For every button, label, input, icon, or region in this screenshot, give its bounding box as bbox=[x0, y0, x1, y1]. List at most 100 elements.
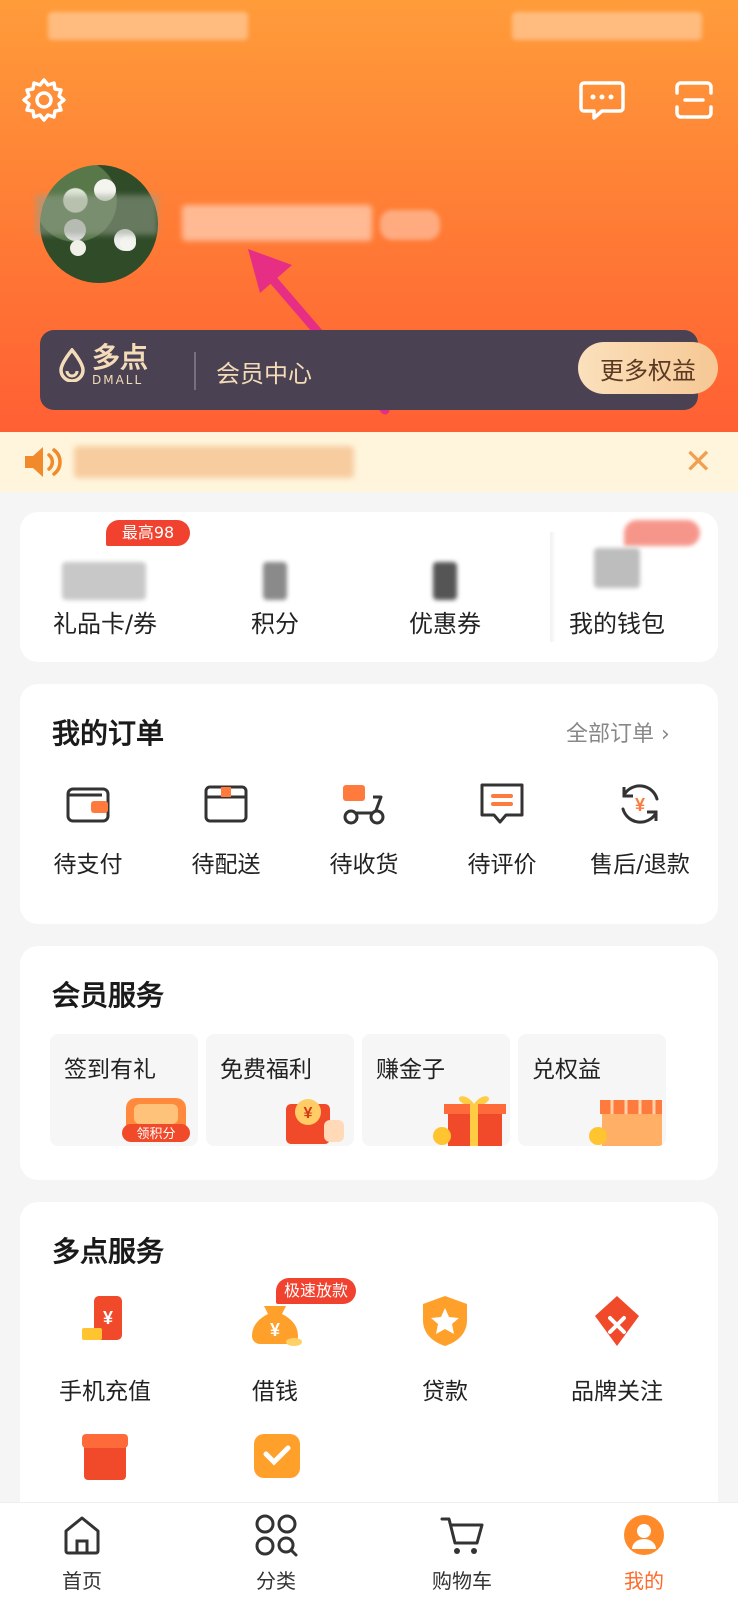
discount-tag: 最高98折 bbox=[106, 520, 190, 568]
svg-text:¥: ¥ bbox=[635, 795, 645, 815]
tile-label: 签到有礼 bbox=[64, 1057, 156, 1083]
svc-sign-in-reward[interactable]: 签到有礼 领积分 bbox=[50, 1034, 198, 1146]
bottom-navigation: 首页 分类 购物车 我的 bbox=[0, 1502, 738, 1600]
wallet-tag-blurred bbox=[624, 520, 700, 546]
dmall-logo-en: DMALL bbox=[92, 373, 144, 387]
brand-tag-icon bbox=[595, 1296, 639, 1346]
basket-icon: 领积分 bbox=[122, 1098, 190, 1142]
all-orders-link[interactable]: 全部订单 › bbox=[566, 716, 670, 748]
member-services-card: 会员服务 签到有礼 领积分 免费福利 ¥ 赚金子 兑权益 bbox=[20, 946, 718, 1180]
section-title: 我的订单 bbox=[52, 717, 165, 750]
nav-label: 我的 bbox=[624, 1569, 664, 1593]
wallet-icon bbox=[594, 548, 640, 588]
member-center-label: 会员中心 bbox=[216, 360, 312, 388]
asset-label: 积分 bbox=[251, 610, 299, 638]
scan-icon[interactable] bbox=[670, 76, 718, 124]
check-shield-icon[interactable] bbox=[250, 1428, 304, 1478]
svc-phone-recharge[interactable]: ¥ 手机充值 bbox=[20, 1292, 190, 1422]
nav-cart[interactable]: 购物车 bbox=[402, 1513, 522, 1600]
status-bar-left-blurred bbox=[48, 12, 248, 40]
order-pending-payment[interactable]: 待支付 bbox=[20, 779, 156, 889]
service-label: 借钱 bbox=[252, 1379, 298, 1405]
message-icon[interactable] bbox=[578, 76, 626, 124]
divider bbox=[194, 352, 196, 390]
dmall-logo-cn: 多点 bbox=[92, 341, 149, 374]
money-bag-icon: ¥ bbox=[252, 1306, 302, 1346]
refund-icon: ¥ bbox=[621, 784, 659, 824]
notice-text-blurred bbox=[74, 446, 354, 478]
order-label: 待支付 bbox=[53, 852, 123, 878]
svc-earn-gold[interactable]: 赚金子 bbox=[362, 1034, 510, 1146]
settings-gear-icon[interactable] bbox=[20, 76, 68, 124]
service-label: 手机充值 bbox=[59, 1379, 151, 1405]
asset-gift-card[interactable]: 最高98折 礼品卡/券 bbox=[20, 512, 190, 662]
nav-label: 购物车 bbox=[432, 1569, 492, 1593]
order-pending-review[interactable]: 待评价 bbox=[434, 779, 570, 889]
dmall-logo: 多点 DMALL bbox=[58, 344, 148, 386]
store-icon bbox=[589, 1100, 662, 1146]
shield-star-icon bbox=[423, 1296, 467, 1346]
level-badge-blurred bbox=[380, 210, 440, 240]
nav-home[interactable]: 首页 bbox=[22, 1513, 142, 1600]
order-pending-delivery[interactable]: 待配送 bbox=[158, 779, 294, 889]
asset-wallet[interactable]: 我的钱包 bbox=[532, 512, 702, 662]
comment-icon bbox=[480, 783, 524, 824]
asset-label: 优惠券 bbox=[409, 610, 481, 638]
tile-badge: 领积分 bbox=[136, 1126, 175, 1141]
svc-brand-follow[interactable]: 品牌关注 bbox=[532, 1292, 702, 1422]
order-label: 售后/退款 bbox=[590, 852, 690, 878]
phone-recharge-icon: ¥ bbox=[82, 1296, 122, 1340]
service-label: 贷款 bbox=[422, 1379, 468, 1405]
section-title: 会员服务 bbox=[52, 979, 165, 1012]
profile-icon bbox=[624, 1515, 664, 1555]
nav-profile[interactable]: 我的 bbox=[584, 1513, 704, 1600]
tile-label: 兑权益 bbox=[532, 1057, 601, 1083]
asset-coupons[interactable]: 优惠券 bbox=[360, 512, 530, 662]
tile-label: 免费福利 bbox=[220, 1057, 312, 1083]
order-label: 待配送 bbox=[191, 852, 261, 878]
wallet-icon bbox=[66, 787, 110, 823]
member-center-bar[interactable]: 多点 DMALL 会员中心 更多权益 bbox=[40, 330, 718, 410]
delivery-scooter-icon bbox=[343, 785, 385, 825]
coupon-count-blurred bbox=[433, 562, 457, 600]
svc-free-benefits[interactable]: 免费福利 ¥ bbox=[206, 1034, 354, 1146]
red-envelope-icon: ¥ bbox=[286, 1099, 344, 1144]
svg-text:¥: ¥ bbox=[270, 1320, 280, 1340]
points-value-blurred bbox=[263, 562, 287, 600]
svc-redeem-rights[interactable]: 兑权益 bbox=[518, 1034, 666, 1146]
category-icon bbox=[255, 1514, 298, 1557]
my-orders-card: 我的订单 全部订单 › 待支付 待配送 待收货 待评价 ¥ 售后/退款 bbox=[20, 684, 718, 924]
asset-label: 礼品卡/券 bbox=[52, 610, 158, 638]
username-blurred bbox=[182, 205, 372, 241]
svc-loan[interactable]: 贷款 bbox=[360, 1292, 530, 1422]
service-label: 品牌关注 bbox=[571, 1379, 663, 1405]
home-icon bbox=[64, 1516, 100, 1555]
gift-box-icon bbox=[433, 1096, 506, 1146]
svg-text:¥: ¥ bbox=[103, 1308, 113, 1328]
status-bar-right-blurred bbox=[512, 12, 702, 40]
more-benefits-button[interactable]: 更多权益 bbox=[578, 342, 718, 394]
gift-card-value-blurred bbox=[62, 562, 146, 600]
package-icon bbox=[204, 785, 248, 823]
asset-label: 我的钱包 bbox=[569, 610, 665, 638]
order-label: 待收货 bbox=[329, 852, 399, 878]
close-icon[interactable]: ✕ bbox=[684, 442, 713, 482]
section-title: 多点服务 bbox=[52, 1235, 165, 1268]
asset-points[interactable]: 积分 bbox=[190, 512, 360, 662]
tile-label: 赚金子 bbox=[376, 1057, 445, 1083]
assets-card: 最高98折 礼品卡/券 积分 优惠券 我的钱包 bbox=[20, 512, 718, 662]
order-after-sales[interactable]: ¥ 售后/退款 bbox=[572, 779, 708, 889]
svg-text:¥: ¥ bbox=[304, 1105, 313, 1122]
notice-bar[interactable]: ✕ bbox=[0, 432, 738, 492]
nav-label: 首页 bbox=[62, 1569, 102, 1593]
order-pending-receipt[interactable]: 待收货 bbox=[296, 779, 432, 889]
cart-icon bbox=[440, 1517, 484, 1554]
dmall-drop-icon bbox=[58, 348, 86, 382]
shop-plus-icon[interactable] bbox=[78, 1430, 132, 1480]
order-label: 待评价 bbox=[467, 852, 537, 878]
speaker-icon bbox=[25, 447, 62, 477]
nav-category[interactable]: 分类 bbox=[216, 1513, 336, 1600]
svc-borrow-money[interactable]: 极速放款 ¥ 借钱 bbox=[190, 1278, 360, 1422]
nav-label: 分类 bbox=[256, 1569, 296, 1593]
avatar-mosaic bbox=[36, 195, 158, 235]
